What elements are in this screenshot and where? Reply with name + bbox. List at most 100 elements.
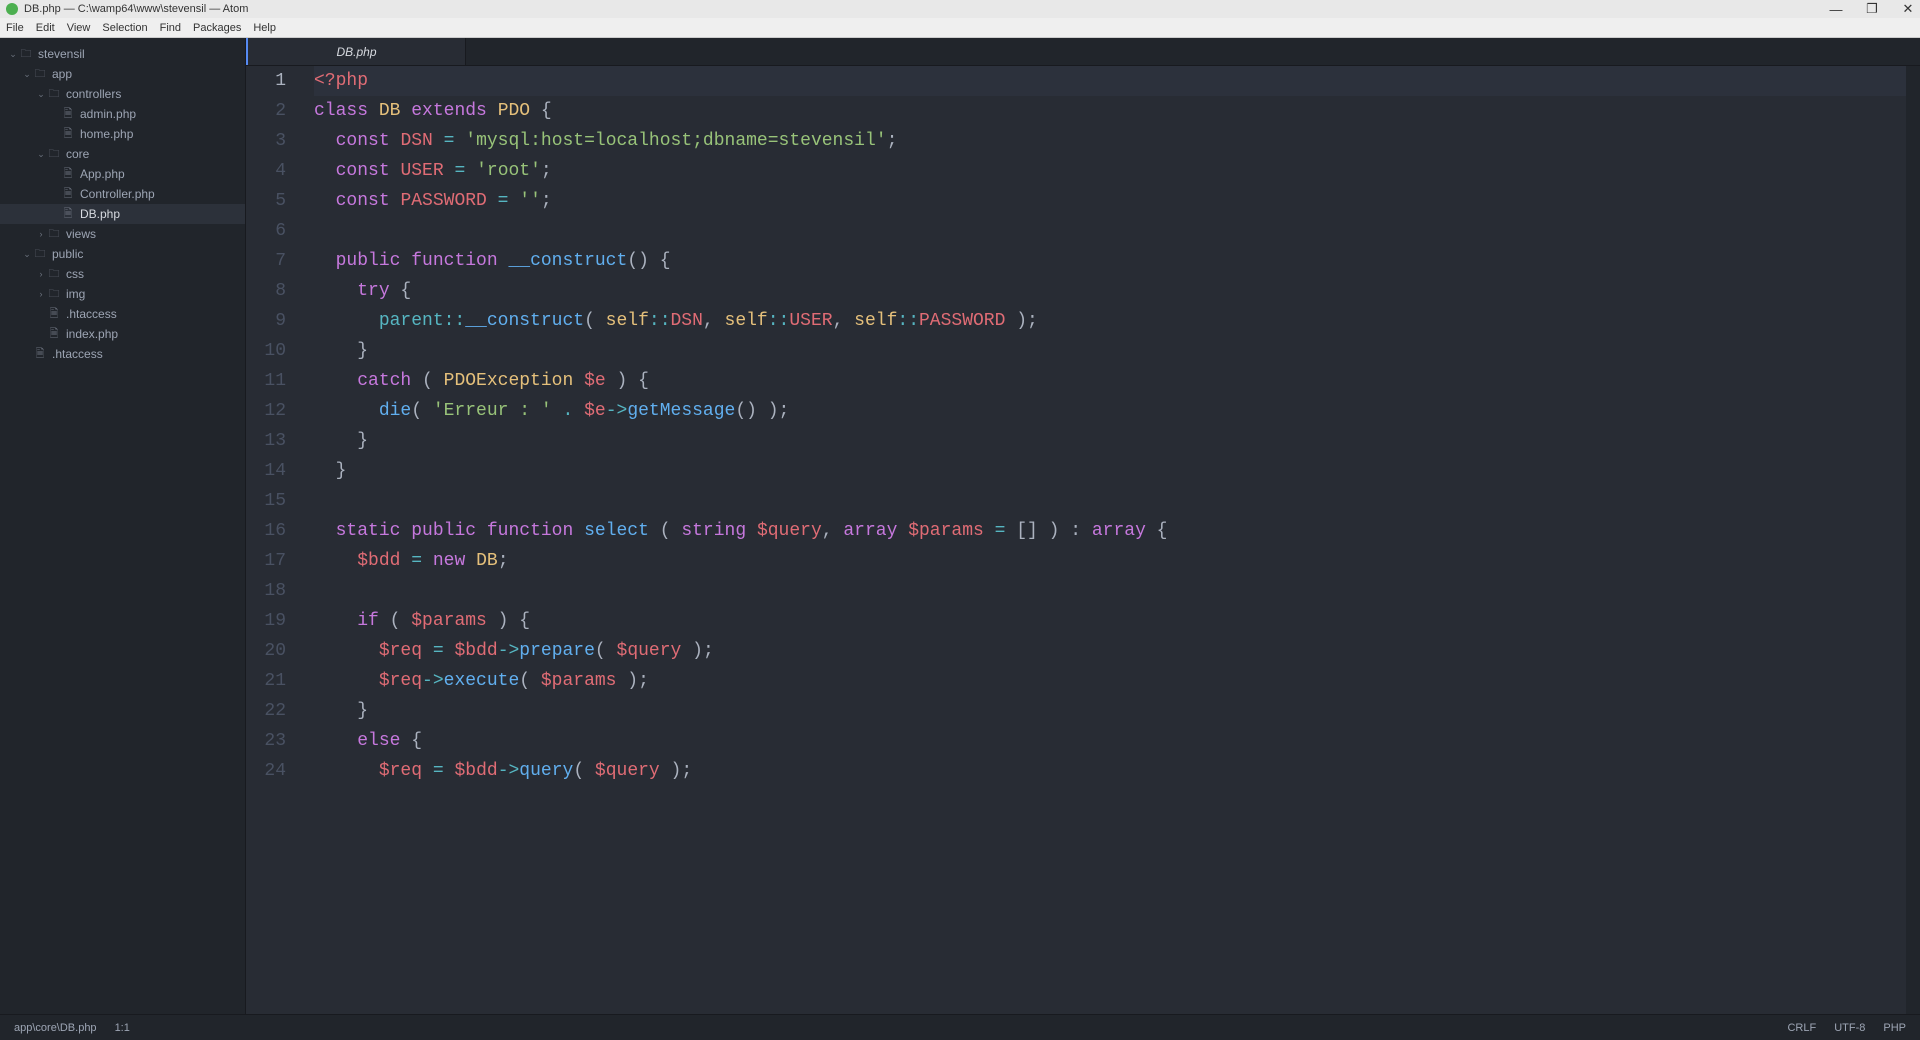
code-line[interactable]: const PASSWORD = ''; — [314, 186, 1906, 216]
chevron-down-icon: ⌄ — [36, 89, 46, 100]
menu-find[interactable]: Find — [160, 22, 181, 34]
menu-edit[interactable]: Edit — [36, 22, 55, 34]
tree-item-label: views — [62, 227, 96, 241]
line-number: 4 — [246, 156, 286, 186]
tree-folder-stevensil[interactable]: ⌄🗀stevensil — [0, 44, 245, 64]
titlebar: DB.php — C:\wamp64\www\stevensil — Atom … — [0, 0, 1920, 18]
code[interactable]: <?phpclass DB extends PDO { const DSN = … — [302, 66, 1906, 1014]
tree-item-label: stevensil — [34, 47, 85, 61]
code-line[interactable]: } — [314, 336, 1906, 366]
file-icon: 🗎 — [60, 205, 76, 224]
code-line[interactable]: } — [314, 426, 1906, 456]
tree-item-label: public — [48, 247, 83, 261]
tree-file-home-php[interactable]: 🗎home.php — [0, 124, 245, 144]
line-number: 7 — [246, 246, 286, 276]
file-tree[interactable]: ⌄🗀stevensil⌄🗀app⌄🗀controllers🗎admin.php🗎… — [0, 38, 245, 364]
window-title: DB.php — C:\wamp64\www\stevensil — Atom — [24, 3, 248, 15]
statusbar: app\core\DB.php 1:1 CRLF UTF-8 PHP — [0, 1014, 1920, 1040]
menu-help[interactable]: Help — [253, 22, 276, 34]
line-number: 19 — [246, 606, 286, 636]
editor[interactable]: 123456789101112131415161718192021222324 … — [246, 66, 1920, 1014]
tree-file-controller-php[interactable]: 🗎Controller.php — [0, 184, 245, 204]
line-number: 6 — [246, 216, 286, 246]
menu-view[interactable]: View — [67, 22, 91, 34]
status-cursor[interactable]: 1:1 — [115, 1022, 130, 1034]
code-line[interactable]: const USER = 'root'; — [314, 156, 1906, 186]
tree-file-app-php[interactable]: 🗎App.php — [0, 164, 245, 184]
chevron-down-icon: ⌄ — [36, 149, 46, 160]
code-line[interactable]: else { — [314, 726, 1906, 756]
folder-icon: 🗀 — [46, 85, 62, 104]
tree-file-db-php[interactable]: 🗎DB.php — [0, 204, 245, 224]
tree-item-label: app — [48, 67, 72, 81]
file-icon: 🗎 — [32, 345, 48, 364]
status-eol[interactable]: CRLF — [1787, 1022, 1816, 1034]
line-number: 23 — [246, 726, 286, 756]
code-line[interactable]: const DSN = 'mysql:host=localhost;dbname… — [314, 126, 1906, 156]
status-encoding[interactable]: UTF-8 — [1834, 1022, 1865, 1034]
tab-label: DB.php — [336, 45, 376, 59]
code-line[interactable]: class DB extends PDO { — [314, 96, 1906, 126]
tree-file-index-php[interactable]: 🗎index.php — [0, 324, 245, 344]
file-icon: 🗎 — [60, 105, 76, 124]
menu-file[interactable]: File — [6, 22, 24, 34]
code-line[interactable]: try { — [314, 276, 1906, 306]
tree-item-label: admin.php — [76, 107, 136, 121]
line-number: 11 — [246, 366, 286, 396]
tree-folder-css[interactable]: ›🗀css — [0, 264, 245, 284]
menu-selection[interactable]: Selection — [102, 22, 147, 34]
code-line[interactable]: } — [314, 456, 1906, 486]
tree-item-label: App.php — [76, 167, 125, 181]
tree-file-admin-php[interactable]: 🗎admin.php — [0, 104, 245, 124]
scrollbar[interactable] — [1906, 66, 1920, 1014]
code-line[interactable]: $req = $bdd->query( $query ); — [314, 756, 1906, 786]
tree-item-label: DB.php — [76, 207, 120, 221]
chevron-down-icon: ⌄ — [22, 249, 32, 260]
tree-folder-core[interactable]: ⌄🗀core — [0, 144, 245, 164]
code-line[interactable]: parent::__construct( self::DSN, self::US… — [314, 306, 1906, 336]
code-line[interactable]: <?php — [314, 66, 1906, 96]
tree-file--htaccess[interactable]: 🗎.htaccess — [0, 344, 245, 364]
code-line[interactable]: $req->execute( $params ); — [314, 666, 1906, 696]
code-line[interactable]: static public function select ( string $… — [314, 516, 1906, 546]
code-line[interactable]: catch ( PDOException $e ) { — [314, 366, 1906, 396]
tree-folder-controllers[interactable]: ⌄🗀controllers — [0, 84, 245, 104]
file-icon: 🗎 — [60, 165, 76, 184]
minimize-button[interactable]: — — [1830, 3, 1842, 15]
status-lang[interactable]: PHP — [1883, 1022, 1906, 1034]
maximize-button[interactable]: ❐ — [1866, 3, 1878, 15]
tree-folder-views[interactable]: ›🗀views — [0, 224, 245, 244]
line-number: 2 — [246, 96, 286, 126]
tree-folder-app[interactable]: ⌄🗀app — [0, 64, 245, 84]
line-number: 1 — [246, 66, 286, 96]
code-line[interactable]: $req = $bdd->prepare( $query ); — [314, 636, 1906, 666]
tree-item-label: Controller.php — [76, 187, 155, 201]
code-line[interactable] — [314, 576, 1906, 606]
tree-item-label: css — [62, 267, 84, 281]
chevron-down-icon: ⌄ — [8, 49, 18, 60]
code-line[interactable]: if ( $params ) { — [314, 606, 1906, 636]
folder-icon: 🗀 — [46, 225, 62, 244]
menu-packages[interactable]: Packages — [193, 22, 241, 34]
code-line[interactable] — [314, 486, 1906, 516]
editor-area: DB.php 123456789101112131415161718192021… — [246, 38, 1920, 1014]
line-number: 20 — [246, 636, 286, 666]
code-line[interactable]: $bdd = new DB; — [314, 546, 1906, 576]
file-icon: 🗎 — [60, 125, 76, 144]
code-line[interactable]: public function __construct() { — [314, 246, 1906, 276]
code-line[interactable] — [314, 216, 1906, 246]
folder-icon: 🗀 — [46, 145, 62, 164]
code-line[interactable]: die( 'Erreur : ' . $e->getMessage() ); — [314, 396, 1906, 426]
tree-folder-public[interactable]: ⌄🗀public — [0, 244, 245, 264]
tree-file--htaccess[interactable]: 🗎.htaccess — [0, 304, 245, 324]
tree-item-label: img — [62, 287, 85, 301]
tree-folder-img[interactable]: ›🗀img — [0, 284, 245, 304]
line-number: 13 — [246, 426, 286, 456]
close-button[interactable]: ✕ — [1902, 3, 1914, 15]
line-number: 10 — [246, 336, 286, 366]
code-line[interactable]: } — [314, 696, 1906, 726]
folder-icon: 🗀 — [18, 45, 34, 64]
line-number: 15 — [246, 486, 286, 516]
status-path[interactable]: app\core\DB.php — [14, 1022, 97, 1034]
tab-db-php[interactable]: DB.php — [246, 38, 466, 65]
